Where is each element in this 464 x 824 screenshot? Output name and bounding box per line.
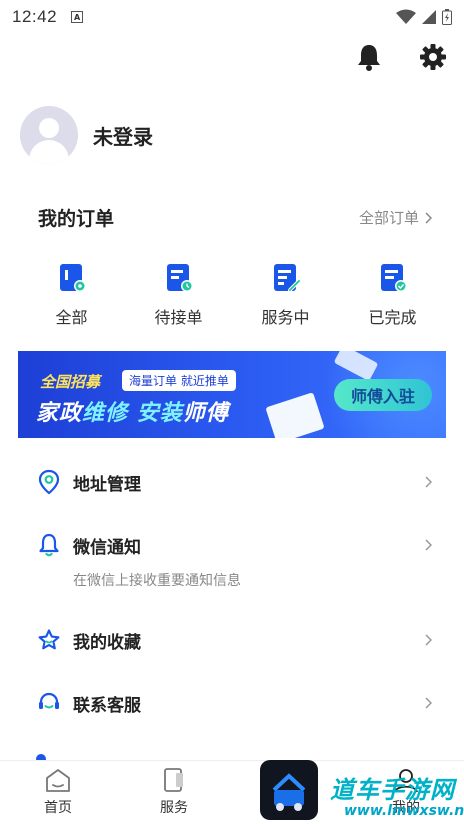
order-in-service-icon — [273, 264, 301, 293]
banner-slogan-part4: 师傅 — [182, 401, 229, 426]
chevron-right-icon — [425, 694, 433, 713]
join-as-master-button[interactable]: 师傅入驻 — [334, 379, 432, 411]
chevron-right-icon — [425, 211, 432, 224]
banner-tag-recruit: 全国招募 — [40, 373, 101, 391]
order-pending-icon — [166, 264, 193, 292]
avatar[interactable] — [20, 106, 78, 164]
status-time: 12:42 — [12, 7, 58, 26]
banner-slogan: 家政维修 安装师傅 — [36, 395, 229, 427]
star-icon — [36, 627, 62, 653]
watermark: 道车手游网 www.lmwxsw.net — [330, 770, 464, 824]
notification-bell-button[interactable] — [354, 42, 384, 72]
bell-icon — [358, 45, 380, 71]
all-orders-link[interactable]: 全部订单 — [359, 207, 432, 228]
banner-slogan-part1: 家政 — [36, 401, 83, 426]
order-status-pending[interactable]: 待接单 — [134, 262, 224, 328]
home-icon — [46, 769, 70, 792]
menu-address[interactable]: 地址管理 — [36, 469, 433, 495]
profile-section[interactable]: 未登录 — [20, 106, 153, 164]
status-bar: 12:42 A — [0, 0, 464, 34]
headset-icon — [36, 690, 62, 716]
menu-favorites-label: 我的收藏 — [73, 632, 141, 653]
service-door-icon — [164, 768, 183, 792]
nav-service[interactable]: 服务 — [134, 767, 214, 817]
chevron-right-icon — [425, 536, 433, 555]
menu-address-label: 地址管理 — [73, 474, 141, 495]
orders-header: 我的订单 全部订单 — [38, 204, 432, 231]
avatar-head — [39, 118, 59, 138]
nav-home-label: 首页 — [44, 800, 72, 816]
orders-title: 我的订单 — [38, 208, 115, 230]
avatar-body — [29, 140, 69, 164]
menu-customer-support-label: 联系客服 — [73, 695, 141, 716]
menu-favorites[interactable]: 我的收藏 — [36, 627, 433, 653]
wifi-icon — [396, 9, 416, 24]
banner-slogan-part3: 安装 — [128, 401, 183, 426]
top-actions — [354, 42, 448, 72]
order-status-all-label: 全部 — [55, 308, 88, 327]
order-status-in-service-label: 服务中 — [261, 308, 310, 327]
battery-icon — [442, 9, 452, 25]
signal-icon — [422, 10, 436, 24]
watermark-app-logo — [260, 760, 318, 820]
bell-outline-icon — [36, 532, 62, 558]
settings-button[interactable] — [418, 42, 448, 72]
gear-icon — [420, 44, 446, 70]
status-indicators — [396, 9, 452, 25]
chevron-right-icon — [425, 473, 433, 492]
menu-wechat-notify-label: 微信通知 — [73, 537, 141, 558]
order-status-all[interactable]: 全部 — [27, 262, 117, 328]
recruitment-banner[interactable]: 全国招募 海量订单 就近推单 家政维修 安装师傅 师傅入驻 — [18, 351, 446, 438]
nav-home[interactable]: 首页 — [18, 767, 98, 817]
order-status-row: 全部 待接单 服务中 已完成 — [18, 262, 446, 328]
banner-slogan-part2: 维修 — [82, 401, 129, 426]
banner-tag-orders: 海量订单 就近推单 — [122, 370, 236, 391]
order-status-completed[interactable]: 已完成 — [348, 262, 438, 328]
order-status-in-service[interactable]: 服务中 — [241, 262, 331, 328]
menu-customer-support[interactable]: 联系客服 — [36, 690, 433, 716]
order-status-completed-label: 已完成 — [368, 308, 417, 327]
menu-wechat-notify[interactable]: 微信通知 — [36, 532, 433, 558]
login-status-label[interactable]: 未登录 — [93, 121, 153, 150]
nav-service-label: 服务 — [160, 800, 188, 816]
location-pin-icon — [36, 469, 62, 495]
chevron-right-icon — [425, 631, 433, 650]
notification-a-icon: A — [71, 11, 84, 23]
order-all-icon — [59, 264, 86, 292]
order-completed-icon — [380, 264, 407, 292]
order-status-pending-label: 待接单 — [154, 308, 203, 327]
all-orders-label: 全部订单 — [358, 209, 419, 227]
watermark-text-en: www.lmwxsw.net — [344, 803, 464, 819]
menu-wechat-notify-subtitle: 在微信上接收重要通知信息 — [73, 573, 241, 589]
watermark-text-cn: 道车手游网 — [330, 776, 455, 804]
